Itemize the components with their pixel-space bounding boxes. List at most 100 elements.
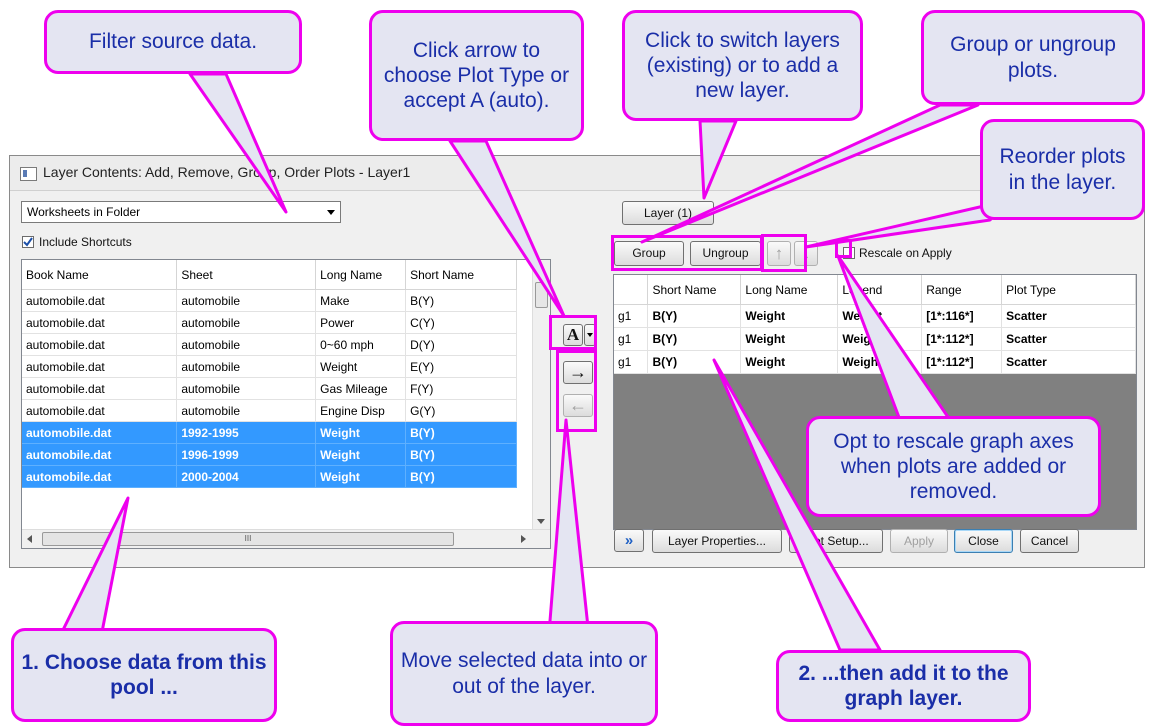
callout-move: Move selected data into or out of the la…: [390, 621, 658, 726]
callout-choose: 1. Choose data from this pool ...: [11, 628, 277, 722]
cell-book: automobile.dat: [22, 355, 178, 378]
title-bar: Layer Contents: Add, Remove, Group, Orde…: [10, 156, 1144, 191]
callout-filter: Filter source data.: [44, 10, 302, 74]
cell-long-name: Gas Mileage: [315, 377, 407, 400]
apply-button[interactable]: Apply: [890, 529, 948, 553]
cell-short-name: F(Y): [405, 377, 517, 400]
plot-setup-button[interactable]: Plot Setup...: [789, 529, 883, 553]
table-row[interactable]: automobile.dat automobile 0~60 mph D(Y): [22, 333, 517, 356]
table-row[interactable]: automobile.dat automobile Make B(Y): [22, 289, 517, 312]
cell-range: [1*:112*]: [921, 327, 1003, 351]
close-button[interactable]: Close: [954, 529, 1013, 553]
highlight-rescale: [835, 239, 852, 258]
cell-short-name: B(Y): [647, 350, 742, 374]
include-shortcuts-label: Include Shortcuts: [39, 235, 132, 249]
cell-long-name: Weight: [740, 304, 839, 328]
plot-row[interactable]: g1 B(Y) Weight Weight [1*:112*] Scatter: [614, 327, 1136, 351]
cell-sheet: automobile: [176, 377, 317, 400]
cell-book: automobile.dat: [22, 311, 178, 334]
cell-short-name: G(Y): [405, 399, 517, 422]
cell-range: [1*:112*]: [921, 350, 1003, 374]
cell-sheet: automobile: [176, 355, 317, 378]
vertical-scrollbar[interactable]: [532, 260, 550, 530]
cell-long-name: Weight: [740, 350, 839, 374]
table-row[interactable]: automobile.dat automobile Power C(Y): [22, 311, 517, 334]
cell-long-name: 0~60 mph: [315, 333, 407, 356]
cell-sheet: 1992-1995: [176, 421, 317, 444]
source-data-grid[interactable]: Book Name Sheet Long Name Short Name aut…: [21, 259, 551, 549]
callout-add: 2. ...then add it to the graph layer.: [776, 650, 1031, 722]
cell-legend: Weight: [837, 350, 923, 374]
cell-short-name: B(Y): [647, 327, 742, 351]
cell-book: automobile.dat: [22, 399, 178, 422]
col-short-name[interactable]: Short Name: [405, 260, 517, 290]
col-long-name[interactable]: Long Name: [740, 275, 839, 305]
cancel-button[interactable]: Cancel: [1020, 529, 1079, 553]
cell-plot-type[interactable]: Scatter: [1001, 327, 1136, 351]
highlight-arrows: [556, 350, 597, 432]
col-short-name[interactable]: Short Name: [647, 275, 742, 305]
cell-plot-type[interactable]: Scatter: [1001, 350, 1136, 374]
col-legend[interactable]: Legend: [837, 275, 923, 305]
cell-range: [1*:116*]: [921, 304, 1003, 328]
cell-long-name: Weight: [315, 443, 407, 466]
cell-short-name: B(Y): [405, 289, 517, 312]
cell-short-name: E(Y): [405, 355, 517, 378]
col-plot-type[interactable]: Plot Type: [1001, 275, 1136, 305]
layer-button[interactable]: Layer (1): [622, 201, 714, 225]
table-row[interactable]: automobile.dat automobile Engine Disp G(Y): [22, 399, 517, 422]
scroll-thumb[interactable]: [535, 282, 548, 308]
source-filter-value: Worksheets in Folder: [27, 205, 141, 219]
expand-button[interactable]: »: [614, 529, 644, 552]
highlight-group: [611, 235, 763, 271]
col-range[interactable]: Range: [921, 275, 1003, 305]
scroll-right-icon[interactable]: [521, 535, 526, 543]
cell-book: automobile.dat: [22, 465, 178, 488]
scroll-down-icon[interactable]: [537, 519, 545, 524]
table-row[interactable]: automobile.dat automobile Weight E(Y): [22, 355, 517, 378]
cell-long-name: Engine Disp: [315, 399, 407, 422]
cell-book: automobile.dat: [22, 333, 178, 356]
cell-short-name: B(Y): [405, 443, 517, 466]
cell-book: automobile.dat: [22, 421, 178, 444]
table-row-selected[interactable]: automobile.dat 1996-1999 Weight B(Y): [22, 443, 517, 466]
cell-short-name: D(Y): [405, 333, 517, 356]
table-row[interactable]: automobile.dat automobile Gas Mileage F(Y): [22, 377, 517, 400]
cell-book: automobile.dat: [22, 289, 178, 312]
cell-long-name: Weight: [315, 355, 407, 378]
cell-short-name: B(Y): [405, 465, 517, 488]
cell-group: g1: [614, 327, 649, 351]
cell-sheet: 2000-2004: [176, 465, 317, 488]
cell-sheet: automobile: [176, 399, 317, 422]
window-icon: [20, 167, 37, 181]
col-book-name[interactable]: Book Name: [22, 260, 178, 290]
scroll-up-icon[interactable]: [537, 266, 545, 271]
source-filter-dropdown[interactable]: Worksheets in Folder: [21, 201, 341, 223]
highlight-reorder: [761, 234, 807, 272]
callout-reorder: Reorder plots in the layer.: [980, 119, 1145, 220]
plot-row[interactable]: g1 B(Y) Weight Weight [1*:116*] Scatter: [614, 304, 1136, 328]
layer-grid-header: Short Name Long Name Legend Range Plot T…: [614, 275, 1136, 305]
cell-sheet: 1996-1999: [176, 443, 317, 466]
hscroll-thumb[interactable]: III: [42, 532, 454, 546]
cell-sheet: automobile: [176, 333, 317, 356]
layer-properties-button[interactable]: Layer Properties...: [652, 529, 782, 553]
cell-group: g1: [614, 350, 649, 374]
cell-short-name: B(Y): [405, 421, 517, 444]
cell-sheet: automobile: [176, 311, 317, 334]
scroll-left-icon[interactable]: [27, 535, 32, 543]
cell-long-name: Power: [315, 311, 407, 334]
col-long-name[interactable]: Long Name: [315, 260, 407, 290]
callout-group: Group or ungroup plots.: [921, 10, 1145, 105]
include-shortcuts-checkbox[interactable]: [22, 236, 34, 248]
plot-row[interactable]: g1 B(Y) Weight Weight [1*:112*] Scatter: [614, 350, 1136, 374]
table-row-selected[interactable]: automobile.dat 1992-1995 Weight B(Y): [22, 421, 517, 444]
checkmark-icon: [23, 237, 33, 247]
callout-plot-type: Click arrow to choose Plot Type or accep…: [369, 10, 584, 141]
horizontal-scrollbar[interactable]: III: [22, 529, 550, 548]
cell-plot-type[interactable]: Scatter: [1001, 304, 1136, 328]
cell-legend: Weight: [837, 327, 923, 351]
col-sheet[interactable]: Sheet: [176, 260, 317, 290]
dialog-title: Layer Contents: Add, Remove, Group, Orde…: [43, 164, 411, 180]
table-row-selected[interactable]: automobile.dat 2000-2004 Weight B(Y): [22, 465, 517, 488]
